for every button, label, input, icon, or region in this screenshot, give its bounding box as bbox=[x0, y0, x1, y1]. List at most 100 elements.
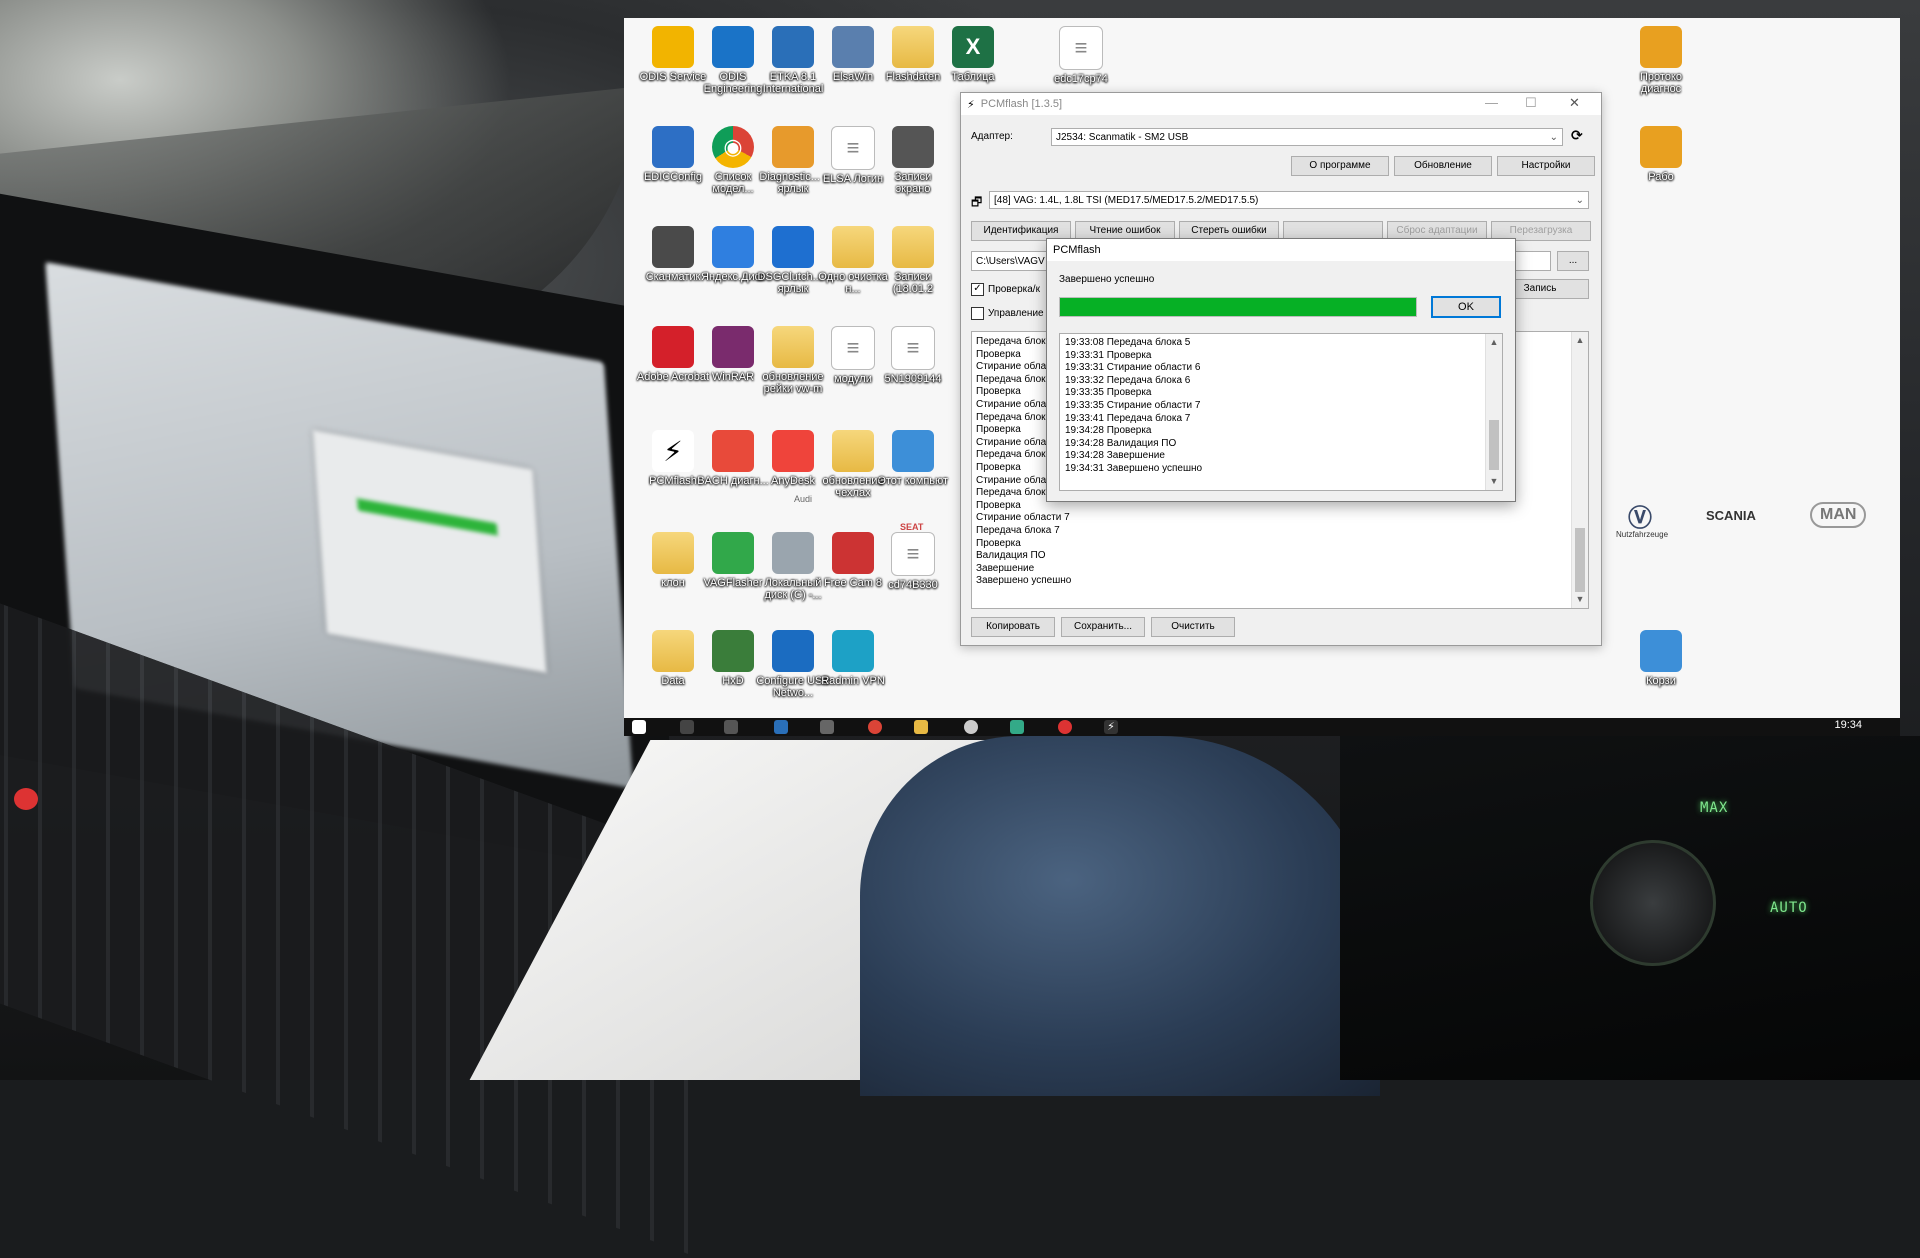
task-view-icon[interactable] bbox=[724, 720, 738, 734]
folder-icon bbox=[892, 226, 934, 268]
scroll-up-icon[interactable]: ▲ bbox=[1572, 334, 1588, 347]
update-button[interactable]: Обновление bbox=[1394, 156, 1492, 176]
folder-icon bbox=[832, 430, 874, 472]
folder-icon bbox=[652, 630, 694, 672]
adapter-label: Адаптер: bbox=[971, 131, 1013, 142]
document-icon: ≡ bbox=[1059, 26, 1103, 70]
pcmflash-titlebar[interactable]: ⚡ PCMflash [1.3.5] bbox=[961, 93, 1601, 115]
log-line: Стирание области 7 bbox=[976, 512, 1070, 524]
desktop-icon[interactable]: Radmin VPN bbox=[816, 630, 890, 687]
taskbar-app-icon[interactable] bbox=[774, 720, 788, 734]
app-icon bbox=[712, 326, 754, 368]
scroll-thumb[interactable] bbox=[1575, 528, 1585, 592]
control-checkbox-label: Управление bbox=[988, 308, 1044, 319]
app-icon bbox=[712, 26, 754, 68]
document-icon: ≡ bbox=[831, 126, 875, 170]
taskbar-clock: 19:34 bbox=[1834, 719, 1862, 731]
pcmflash-taskbar-icon[interactable]: ⚡ bbox=[1104, 720, 1118, 734]
desktop-icon[interactable]: ≡ edc17cp74 bbox=[1044, 26, 1118, 85]
refresh-icon[interactable]: ⟳ bbox=[1571, 127, 1583, 144]
scroll-thumb[interactable] bbox=[1489, 420, 1499, 470]
log-line: 19:33:35 Стирание области 7 bbox=[1065, 399, 1201, 411]
module-list-icon[interactable]: 🗗 bbox=[971, 193, 982, 214]
desktop-icon[interactable]: Рабо bbox=[1624, 126, 1698, 183]
app-icon bbox=[712, 630, 754, 672]
verify-checkbox[interactable]: ✓ Проверка/к bbox=[971, 283, 1040, 296]
progress-bar bbox=[1059, 297, 1417, 317]
app-icon bbox=[772, 532, 814, 574]
ok-button[interactable]: OK bbox=[1431, 296, 1501, 318]
desktop-icon-label: Рабо bbox=[1648, 171, 1674, 183]
main-log-scrollbar[interactable]: ▲ ▼ bbox=[1571, 332, 1588, 608]
app-icon bbox=[772, 430, 814, 472]
document-icon: ≡ bbox=[891, 326, 935, 370]
copy-button[interactable]: Копировать bbox=[971, 617, 1055, 637]
log-line: 19:33:31 Стирание области 6 bbox=[1065, 362, 1201, 374]
desktop-icon[interactable]: ≡ 5N1909144 bbox=[876, 326, 950, 385]
scania-logo: SCANIA bbox=[1706, 508, 1756, 523]
adapter-select[interactable]: J2534: Scanmatik - SM2 USB ⌄ bbox=[1051, 128, 1563, 146]
desktop-icon[interactable]: Протоко диагнос bbox=[1624, 26, 1698, 95]
desktop-icon[interactable]: Записи (18.01.2 bbox=[876, 226, 950, 295]
maximize-icon[interactable]: ☐ bbox=[1525, 95, 1537, 111]
seat-caption: SEAT bbox=[900, 522, 924, 532]
folder-icon bbox=[772, 326, 814, 368]
desktop-icon[interactable]: Этот компьют bbox=[876, 430, 950, 487]
app-icon bbox=[892, 430, 934, 472]
app-icon bbox=[772, 26, 814, 68]
taskbar-app-icon[interactable] bbox=[964, 720, 978, 734]
dashboard-max-label: MAX bbox=[1700, 800, 1729, 816]
dashboard-auto-label: AUTO bbox=[1770, 900, 1808, 916]
document-icon: ≡ bbox=[891, 532, 935, 576]
start-icon[interactable] bbox=[632, 720, 646, 734]
about-button[interactable]: О программе bbox=[1291, 156, 1389, 176]
app-icon bbox=[772, 630, 814, 672]
settings-button[interactable]: Настройки bbox=[1497, 156, 1595, 176]
folder-icon[interactable] bbox=[914, 720, 928, 734]
excel-icon: X bbox=[952, 26, 994, 68]
desktop-icon[interactable]: ≡ cd74B330 bbox=[876, 532, 950, 591]
app-icon bbox=[712, 532, 754, 574]
desktop-icon-label: Записи экрано bbox=[894, 171, 932, 195]
browse-button[interactable]: ... bbox=[1557, 251, 1589, 271]
app-icon bbox=[892, 126, 934, 168]
module-select-value: [48] VAG: 1.4L, 1.8L TSI (MED17.5/MED17.… bbox=[994, 195, 1259, 206]
app-icon bbox=[652, 326, 694, 368]
taskbar-app-icon[interactable] bbox=[1010, 720, 1024, 734]
desktop-icon[interactable]: X Таблица bbox=[936, 26, 1010, 83]
minimize-icon[interactable]: — bbox=[1485, 95, 1498, 110]
desktop-icon-label: Таблица bbox=[951, 71, 995, 83]
save-button[interactable]: Сохранить... bbox=[1061, 617, 1145, 637]
verify-checkbox-label: Проверка/к bbox=[988, 284, 1040, 295]
close-icon[interactable]: ✕ bbox=[1569, 95, 1580, 111]
checkbox-checked-icon: ✓ bbox=[971, 283, 984, 296]
module-select[interactable]: [48] VAG: 1.4L, 1.8L TSI (MED17.5/MED17.… bbox=[989, 191, 1589, 209]
app-icon bbox=[772, 126, 814, 168]
vw-caption: Nutzfahrzeuge bbox=[1616, 530, 1669, 539]
log-line: 19:34:31 Завершено успешно bbox=[1065, 462, 1203, 474]
desktop-icon[interactable]: Корзи bbox=[1624, 630, 1698, 687]
chrome-icon[interactable] bbox=[868, 720, 882, 734]
trackpoint bbox=[14, 788, 38, 810]
taskbar-app-icon[interactable] bbox=[1058, 720, 1072, 734]
control-checkbox[interactable]: Управление bbox=[971, 307, 1044, 320]
desktop-icon[interactable]: Записи экрано bbox=[876, 126, 950, 195]
dialog-log-scrollbar[interactable]: ▲ ▼ bbox=[1485, 334, 1502, 490]
scroll-up-icon[interactable]: ▲ bbox=[1486, 336, 1502, 349]
app-icon bbox=[832, 630, 874, 672]
taskbar-app-icon[interactable] bbox=[820, 720, 834, 734]
dialog-title[interactable]: PCMflash bbox=[1047, 239, 1515, 261]
log-line: 19:33:31 Проверка bbox=[1065, 349, 1152, 361]
desktop-icon-label: edc17cp74 bbox=[1054, 73, 1108, 85]
completion-dialog: PCMflash Завершено успешно OK 19:33:08 П… bbox=[1046, 238, 1516, 502]
man-logo: MAN bbox=[1810, 502, 1867, 528]
checkbox-empty-icon bbox=[971, 307, 984, 320]
search-icon[interactable] bbox=[680, 720, 694, 734]
folder-icon bbox=[652, 532, 694, 574]
desktop-icon-label: Корзи bbox=[1646, 675, 1676, 687]
clear-button[interactable]: Очистить bbox=[1151, 617, 1235, 637]
dialog-log[interactable]: 19:33:08 Передача блока 5 19:33:31 Провер… bbox=[1059, 333, 1503, 491]
scroll-down-icon[interactable]: ▼ bbox=[1572, 593, 1588, 606]
pcmflash-bolt-icon: ⚡ bbox=[967, 98, 975, 111]
scroll-down-icon[interactable]: ▼ bbox=[1486, 475, 1502, 488]
